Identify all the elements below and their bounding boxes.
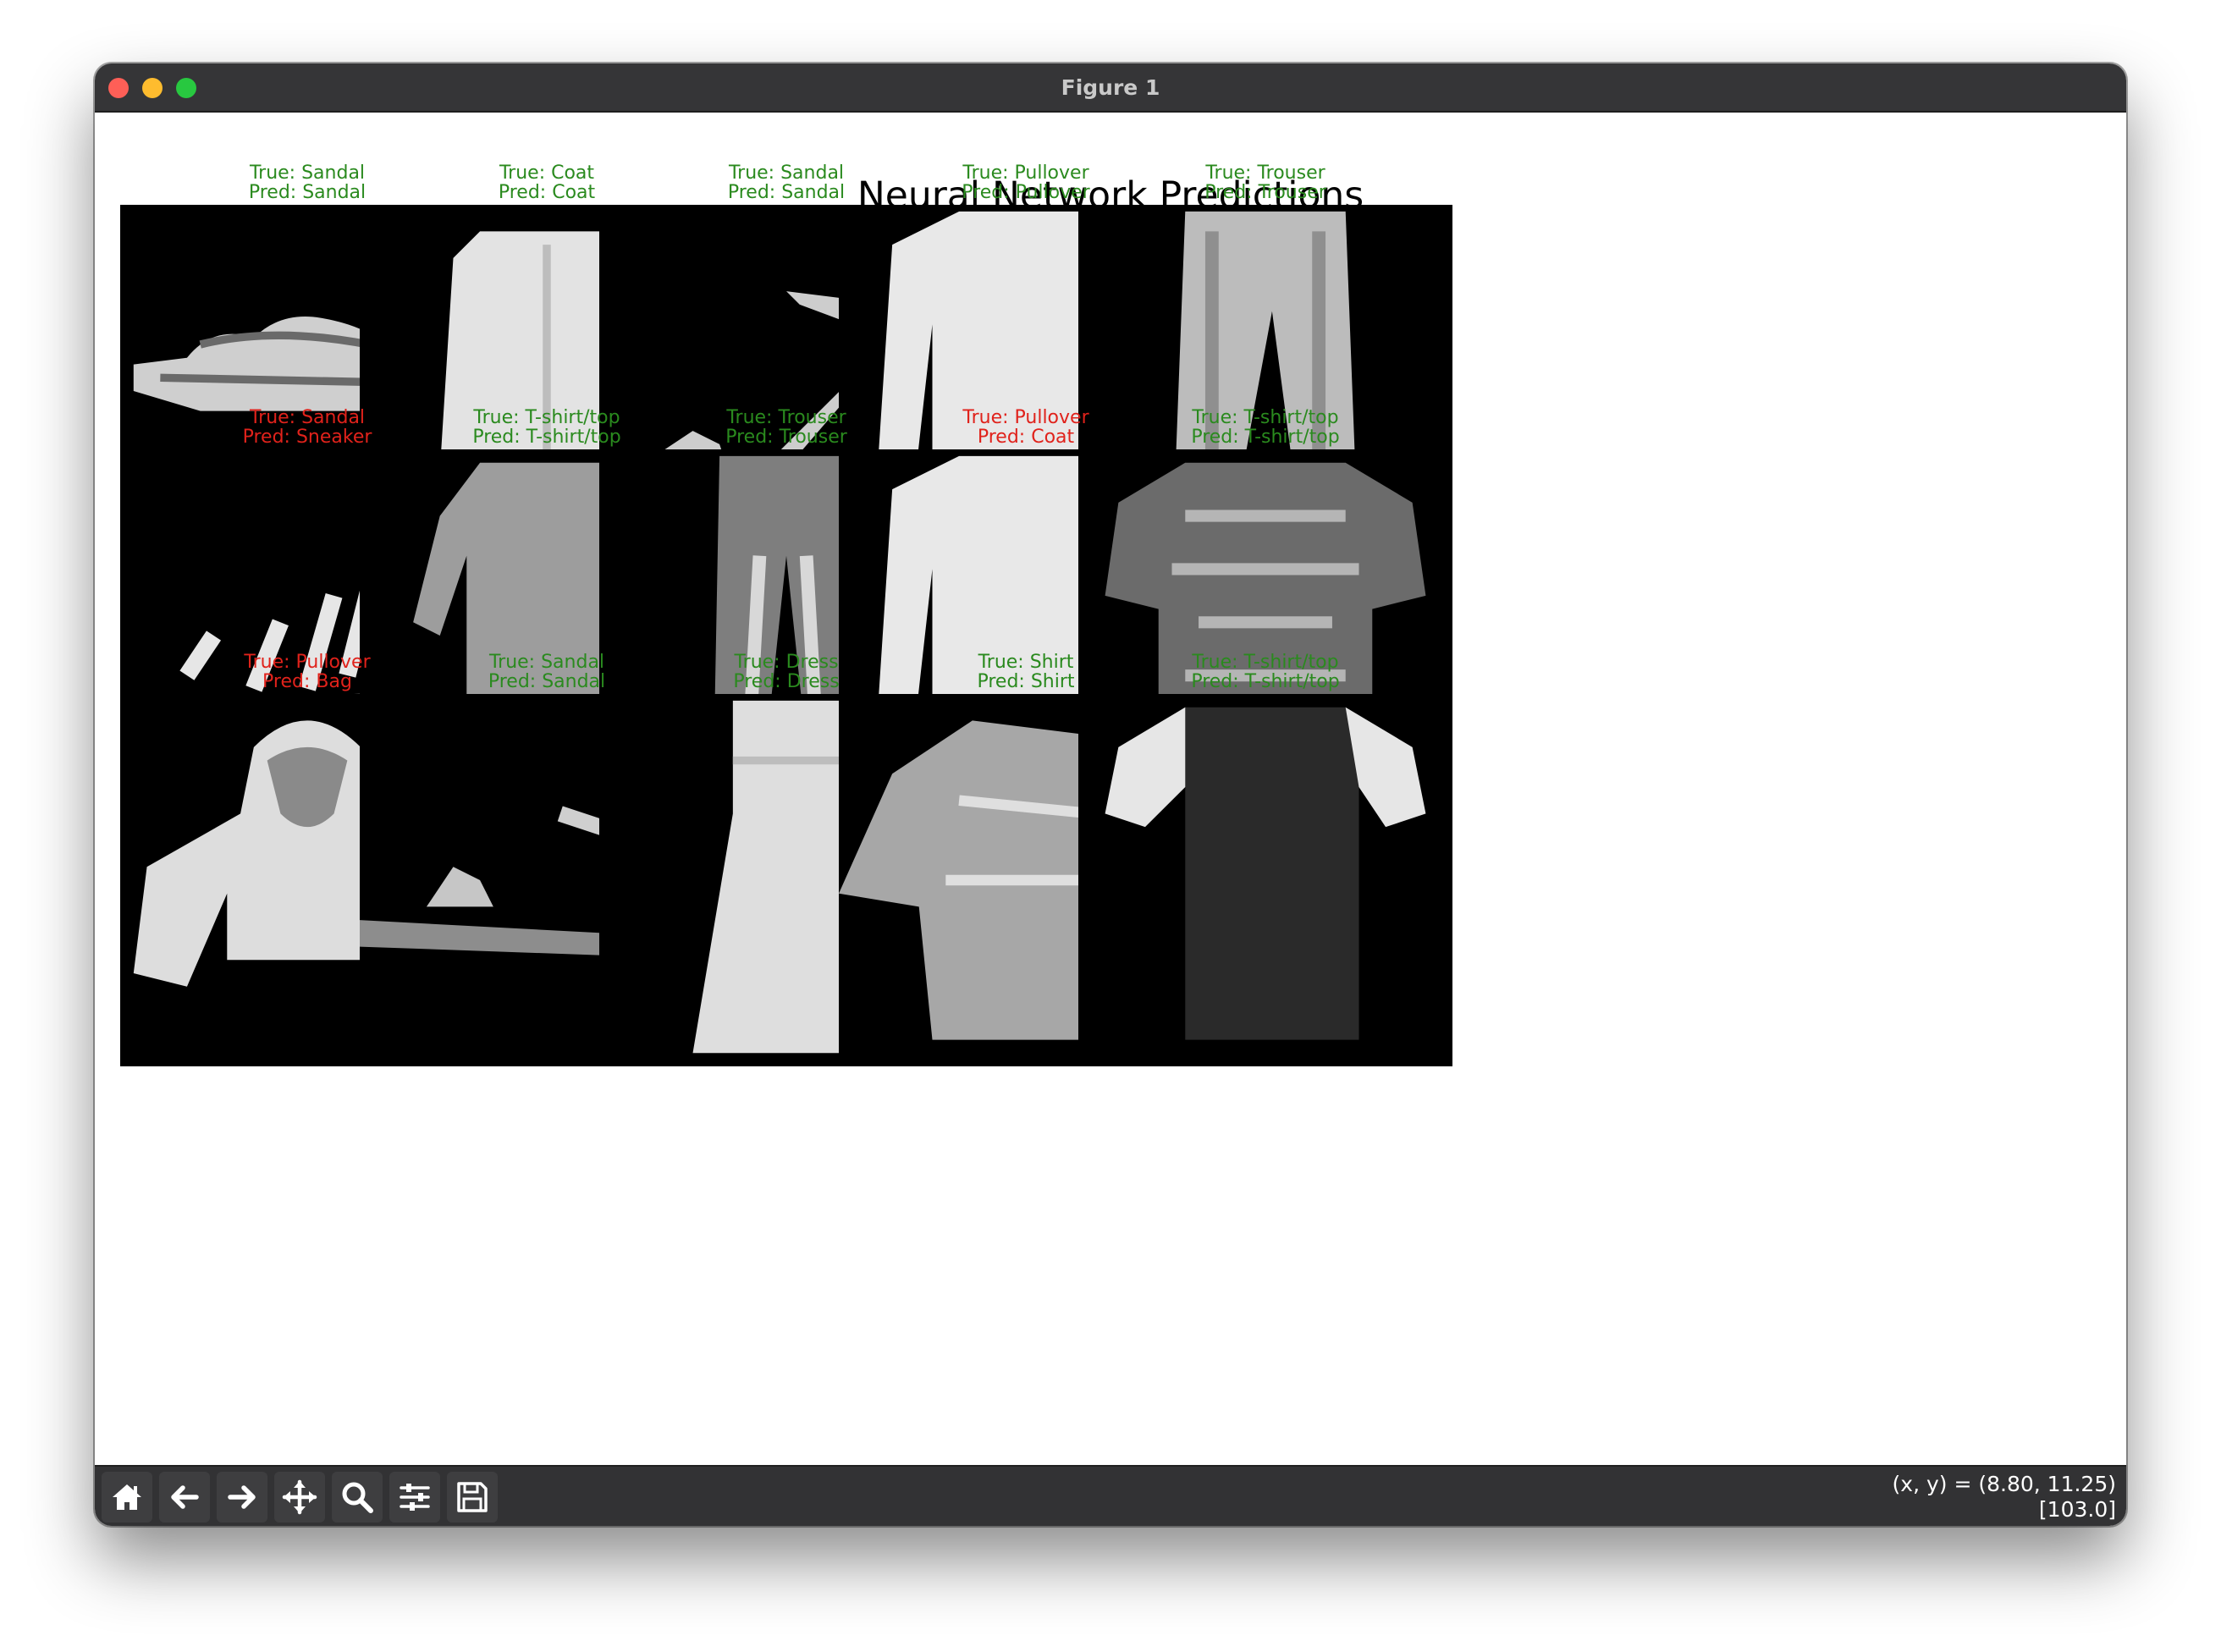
cursor-readout: (x, y) = (8.80, 11.25) [103.0] — [1893, 1472, 2116, 1523]
subplot-title: True: T-shirt/top Pred: T-shirt/top — [1078, 653, 1452, 691]
zoom-button[interactable] — [332, 1472, 383, 1523]
figure-canvas[interactable]: Neural Network Predictions True: Sandal P… — [95, 113, 2126, 1526]
configure-subplots-button[interactable] — [389, 1472, 440, 1523]
subplot-title: True: T-shirt/top Pred: T-shirt/top — [1078, 408, 1452, 447]
arrow-right-icon — [228, 1485, 256, 1509]
predicted-label: Pred: Trouser — [1204, 182, 1326, 203]
true-label: True: Trouser — [1205, 162, 1325, 184]
window-title: Figure 1 — [1061, 75, 1160, 100]
floppy-disk-icon — [457, 1482, 488, 1512]
move-icon — [282, 1479, 317, 1515]
back-button[interactable] — [159, 1472, 210, 1523]
sliders-icon — [400, 1484, 430, 1511]
prediction-subplot: True: T-shirt/top Pred: T-shirt/top — [1078, 408, 1452, 822]
cursor-coordinates: (x, y) = (8.80, 11.25) — [1892, 1472, 2116, 1496]
figure-window: Figure 1 Neural Network Predictions True… — [95, 63, 2126, 1526]
predicted-label: Pred: T-shirt/top — [1191, 671, 1340, 692]
predicted-label: Pred: T-shirt/top — [1191, 427, 1340, 448]
magnifier-icon — [342, 1482, 373, 1513]
pan-button[interactable] — [274, 1472, 325, 1523]
forward-button[interactable] — [217, 1472, 267, 1523]
prediction-subplot: True: T-shirt/top Pred: T-shirt/top — [1078, 653, 1452, 1066]
title-bar: Figure 1 — [95, 63, 2126, 113]
arrow-left-icon — [171, 1485, 199, 1509]
true-label: True: T-shirt/top — [1192, 407, 1339, 428]
true-label: True: T-shirt/top — [1192, 652, 1339, 673]
save-button[interactable] — [447, 1472, 498, 1523]
home-button[interactable] — [102, 1472, 152, 1523]
home-icon — [113, 1484, 141, 1510]
prediction-subplot: True: Trouser Pred: Trouser — [1078, 163, 1452, 577]
subplot-title: True: Trouser Pred: Trouser — [1078, 163, 1452, 202]
sample-image — [1078, 694, 1452, 1066]
navigation-toolbar: (x, y) = (8.80, 11.25) [103.0] — [95, 1465, 2126, 1526]
pixel-value: [103.0] — [2038, 1497, 2116, 1522]
tshirt-raglan-image — [1078, 694, 1452, 1066]
